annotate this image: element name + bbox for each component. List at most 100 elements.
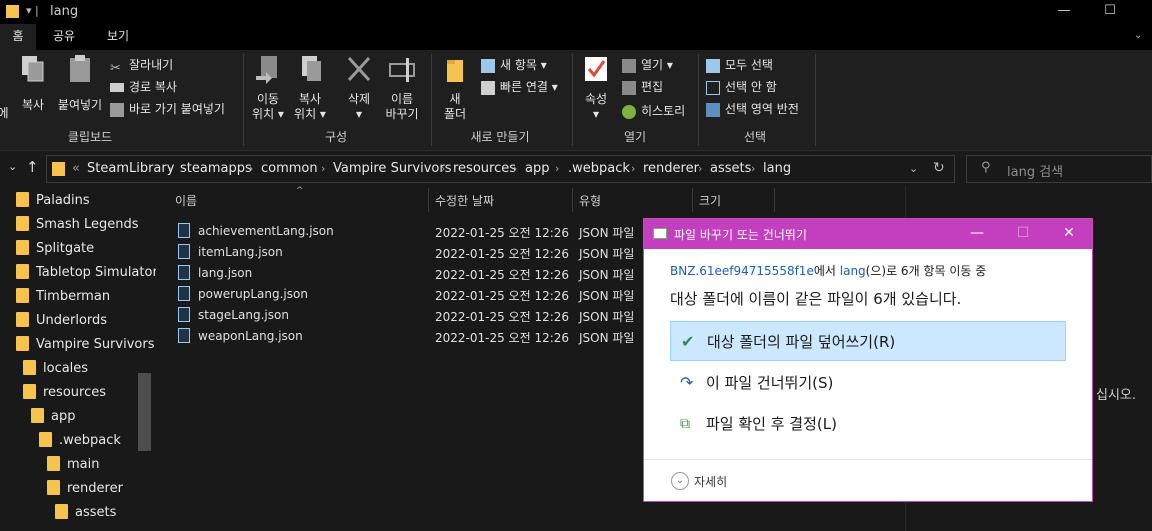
chevron-right-icon[interactable]: › [249,162,253,175]
chevron-right-icon[interactable]: › [321,162,325,175]
column-header-type[interactable]: 유형 [579,192,601,209]
tab-home[interactable]: 홈 [0,24,36,50]
address-dropdown-icon[interactable]: ⌄ [909,162,918,175]
breadcrumb-item[interactable]: assets [710,161,751,176]
nav-scrollbar-thumb[interactable] [138,373,151,451]
source-folder-link[interactable]: BNZ.61eef94715558f1e [670,264,814,278]
history-button[interactable]: 히스토리 [622,101,685,121]
breadcrumb-overflow[interactable]: « [72,161,80,176]
nav-item[interactable]: assets [55,501,116,525]
dialog-minimize-button[interactable]: — [954,219,1000,249]
address-bar[interactable]: « SteamLibrary › steamapps › common › Va… [46,155,955,183]
move-to-button[interactable]: 이동 위치 ▾ [250,54,286,122]
ribbon: 에 복사 붙여넣기 ✂ 잘라내기 경로 복사 바로 가기 붙여넣기 클립보드 이동… [0,50,1152,151]
breadcrumb-item[interactable]: SteamLibrary [87,161,174,176]
folder-icon [39,432,52,447]
ribbon-expand-icon[interactable]: ⌄ [1134,30,1142,41]
chevron-right-icon[interactable]: › [441,162,445,175]
chevron-right-icon[interactable]: › [555,162,559,175]
breadcrumb-item[interactable]: lang [763,161,791,176]
nav-item[interactable]: resources [23,381,106,405]
select-none-button[interactable]: 선택 안 함 [706,77,777,97]
maximize-button[interactable]: ☐ [1087,0,1133,24]
breadcrumb-item[interactable]: .webpack [568,161,630,176]
destination-folder-link[interactable]: lang [840,264,866,278]
edit-button[interactable]: 편집 [622,77,663,97]
breadcrumb-item[interactable]: renderer [643,161,699,176]
more-details-button[interactable]: 자세히 [694,473,727,490]
decide-each-file-option[interactable]: ⧉ 파일 확인 후 결정(L) [670,404,1066,444]
copy-path-button[interactable]: 경로 복사 [110,77,177,97]
nav-item[interactable]: Splitgate [16,237,94,261]
quick-access-dropdown-icon[interactable]: ▾ | [26,4,39,17]
chevron-right-icon[interactable]: › [513,162,517,175]
column-header-name[interactable]: 이름 [175,192,197,209]
replace-files-option[interactable]: ✔ 대상 폴더의 파일 덮어쓰기(R) [670,321,1066,361]
nav-item[interactable]: app [31,405,75,429]
properties-button[interactable]: 속성 ▾ [580,54,612,122]
pin-quick-access-button[interactable]: 에 [0,54,10,121]
breadcrumb-item[interactable]: app [525,161,549,176]
up-arrow-icon[interactable]: ↑ [26,158,39,176]
nav-item[interactable]: .webpack [39,429,121,453]
nav-item[interactable]: Vampire Survivors [16,333,154,357]
chevron-right-icon[interactable]: › [698,162,702,175]
copy-to-button[interactable]: 복사 위치 ▾ [292,54,328,122]
new-item-button[interactable]: 새 항목 ▾ [481,55,547,75]
nav-item[interactable]: Timberman [16,285,110,309]
recent-locations-icon[interactable]: ⌄ [8,160,17,173]
refresh-icon[interactable]: ↻ [933,160,945,176]
folder-icon [23,384,36,399]
chevron-right-icon[interactable]: › [631,162,635,175]
open-button[interactable]: 열기 ▾ [622,55,673,75]
column-header-size[interactable]: 크기 [699,192,721,209]
minimize-button[interactable]: — [1041,0,1087,24]
nav-item[interactable]: Tabletop Simulator [16,261,158,285]
column-divider[interactable] [774,188,775,212]
breadcrumb-item[interactable]: common [261,161,318,176]
chevron-right-icon[interactable]: › [751,162,755,175]
column-divider[interactable] [428,188,429,212]
nav-item[interactable]: Paladins [16,189,90,213]
nav-item-label: locales [43,361,89,376]
nav-item[interactable]: main [47,453,99,477]
nav-item[interactable]: Smash Legends [16,213,139,237]
easy-access-button[interactable]: 빠른 연결 ▾ [481,77,558,97]
select-all-button[interactable]: 모두 선택 [706,55,773,75]
paste-button[interactable]: 붙여넣기 [55,54,105,113]
breadcrumb-item[interactable]: resources [453,161,516,176]
column-divider[interactable] [572,188,573,212]
search-input[interactable]: ⚲ lang 검색 [966,155,1152,183]
dialog-close-button[interactable]: ✕ [1046,219,1092,249]
copy-icon [22,56,44,82]
breadcrumb-item[interactable]: steamapps [180,161,252,176]
dialog-title-bar[interactable]: 파일 바꾸기 또는 건너뛰기 — ☐ ✕ [644,219,1092,249]
group-divider [431,54,432,146]
group-label-new: 새로 만들기 [470,130,530,144]
file-date: 2022-01-25 오전 12:26 [435,268,570,282]
history-icon [622,104,636,119]
tab-view[interactable]: 보기 [96,24,140,50]
nav-item[interactable]: Underlords [16,309,107,333]
paste-shortcut-button[interactable]: 바로 가기 붙여넣기 [110,99,225,119]
column-divider[interactable] [692,188,693,212]
chevron-right-icon[interactable]: › [168,162,172,175]
rename-button[interactable]: 이름 바꾸기 [383,54,421,122]
chevron-down-icon[interactable]: ⌄ [671,472,689,490]
group-divider [243,54,244,146]
new-folder-button[interactable]: 새 폴더 [440,54,470,122]
cut-button[interactable]: ✂ 잘라내기 [110,55,173,76]
column-header-date[interactable]: 수정한 날짜 [435,192,494,209]
nav-item[interactable]: locales [23,357,88,381]
skip-files-option[interactable]: ↷ 이 파일 건너뛰기(S) [670,363,1066,403]
nav-item-label: assets [75,505,117,520]
delete-button[interactable]: 삭제 ▾ [341,54,377,122]
copy-button[interactable]: 복사 [18,54,48,113]
json-file-icon [178,307,190,322]
breadcrumb-item[interactable]: Vampire Survivors [333,161,451,176]
folder-icon [47,456,60,471]
invert-selection-button[interactable]: 선택 영역 반전 [706,99,799,119]
nav-item[interactable]: renderer [47,477,123,501]
tab-share[interactable]: 공유 [42,24,86,50]
window-title: lang [50,4,79,19]
